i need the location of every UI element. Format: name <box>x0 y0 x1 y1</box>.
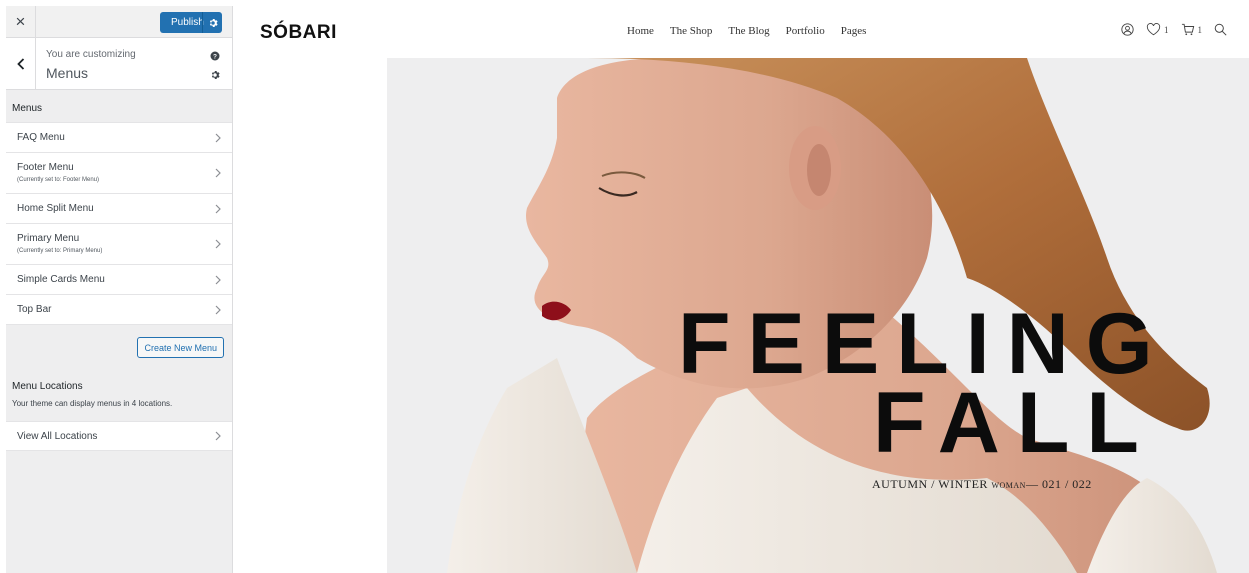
menu-item-label: Primary Menu <box>17 233 80 244</box>
back-button[interactable] <box>6 38 36 90</box>
menu-item-footer-menu[interactable]: Footer Menu (Currently set to: Footer Me… <box>6 153 232 194</box>
hero-subtitle-main: AUTUMN / WINTER <box>872 477 992 491</box>
menu-item-primary-menu[interactable]: Primary Menu (Currently set to: Primary … <box>6 224 232 265</box>
menu-item-label: FAQ Menu <box>17 132 65 143</box>
view-all-locations-button[interactable]: View All Locations <box>6 421 232 451</box>
create-new-menu-button[interactable]: Create New Menu <box>137 337 224 358</box>
nav-item-home[interactable]: Home <box>627 25 654 37</box>
menu-item-home-split-menu[interactable]: Home Split Menu <box>6 194 232 224</box>
close-customizer-button[interactable]: × <box>6 6 36 38</box>
menu-item-simple-cards-menu[interactable]: Simple Cards Menu <box>6 265 232 295</box>
menu-item-label: Home Split Menu <box>17 203 94 214</box>
hero-subtitle-end: — 021 / 022 <box>1025 477 1092 491</box>
publish-label: Publish <box>171 17 204 28</box>
view-all-locations-label: View All Locations <box>17 431 98 442</box>
search-button[interactable] <box>1214 23 1227 36</box>
menu-locations-heading: Menu Locations <box>12 381 83 392</box>
cart-button[interactable]: 1 <box>1181 23 1203 36</box>
hero-subtitle: AUTUMN / WINTER WOMAN— 021 / 022 <box>872 477 1092 492</box>
cart-count: 1 <box>1197 24 1203 35</box>
nav-item-portfolio[interactable]: Portfolio <box>786 25 825 37</box>
chevron-right-icon <box>215 239 221 249</box>
cart-icon <box>1181 23 1194 36</box>
site-logo[interactable]: SÓBARI <box>260 22 337 44</box>
customizer-sidebar: × Publish You are customizing Menus ? Me… <box>6 6 233 573</box>
menu-item-label: Simple Cards Menu <box>17 274 105 285</box>
site-preview: SÓBARI Home The Shop The Blog Portfolio … <box>247 0 1249 573</box>
menu-item-label: Top Bar <box>17 304 52 315</box>
menu-locations-description: Your theme can display menus in 4 locati… <box>12 399 173 408</box>
wishlist-button[interactable]: 1 <box>1146 23 1169 36</box>
nav-item-pages[interactable]: Pages <box>841 25 867 37</box>
create-menu-area: Create New Menu <box>6 325 232 372</box>
nav-item-the-shop[interactable]: The Shop <box>670 25 712 37</box>
menu-item-top-bar[interactable]: Top Bar <box>6 295 232 325</box>
menu-item-location-note: (Currently set to: Primary Menu) <box>17 248 103 254</box>
gear-icon[interactable] <box>202 12 222 33</box>
wishlist-count: 1 <box>1164 24 1169 35</box>
chevron-right-icon <box>215 275 221 284</box>
menus-list: FAQ Menu Footer Menu (Currently set to: … <box>6 122 232 325</box>
hero-headline-line2: FALL <box>873 375 1156 471</box>
site-header: SÓBARI Home The Shop The Blog Portfolio … <box>247 0 1249 58</box>
menu-item-location-note: (Currently set to: Footer Menu) <box>17 177 100 183</box>
publish-button[interactable]: Publish <box>160 12 222 33</box>
customizer-header: × Publish <box>6 6 232 38</box>
gear-icon[interactable] <box>210 67 220 85</box>
menus-heading: Menus <box>12 103 43 114</box>
close-icon: × <box>15 12 26 31</box>
account-button[interactable] <box>1121 23 1134 36</box>
hero-subtitle-small: WOMAN <box>991 481 1026 490</box>
hero-banner: FEELING FALL AUTUMN / WINTER WOMAN— 021 … <box>387 58 1249 573</box>
user-icon <box>1121 23 1134 36</box>
main-navigation: Home The Shop The Blog Portfolio Pages <box>627 25 866 37</box>
svg-text:?: ? <box>213 54 217 61</box>
customizing-info: You are customizing Menus ? <box>6 38 232 90</box>
header-icons: 1 1 <box>1109 23 1227 36</box>
customizing-label: You are customizing <box>46 49 136 60</box>
menu-item-faq-menu[interactable]: FAQ Menu <box>6 123 232 153</box>
chevron-left-icon <box>16 58 24 70</box>
nav-item-the-blog[interactable]: The Blog <box>728 25 769 37</box>
chevron-right-icon <box>215 204 221 213</box>
chevron-right-icon <box>215 133 221 142</box>
chevron-right-icon <box>215 431 221 441</box>
chevron-right-icon <box>215 168 221 178</box>
help-icon[interactable]: ? <box>210 48 220 66</box>
menu-item-label: Footer Menu <box>17 162 74 173</box>
customizing-title: Menus <box>46 65 89 81</box>
chevron-right-icon <box>215 305 221 314</box>
heart-icon <box>1146 23 1161 36</box>
search-icon <box>1214 23 1227 36</box>
